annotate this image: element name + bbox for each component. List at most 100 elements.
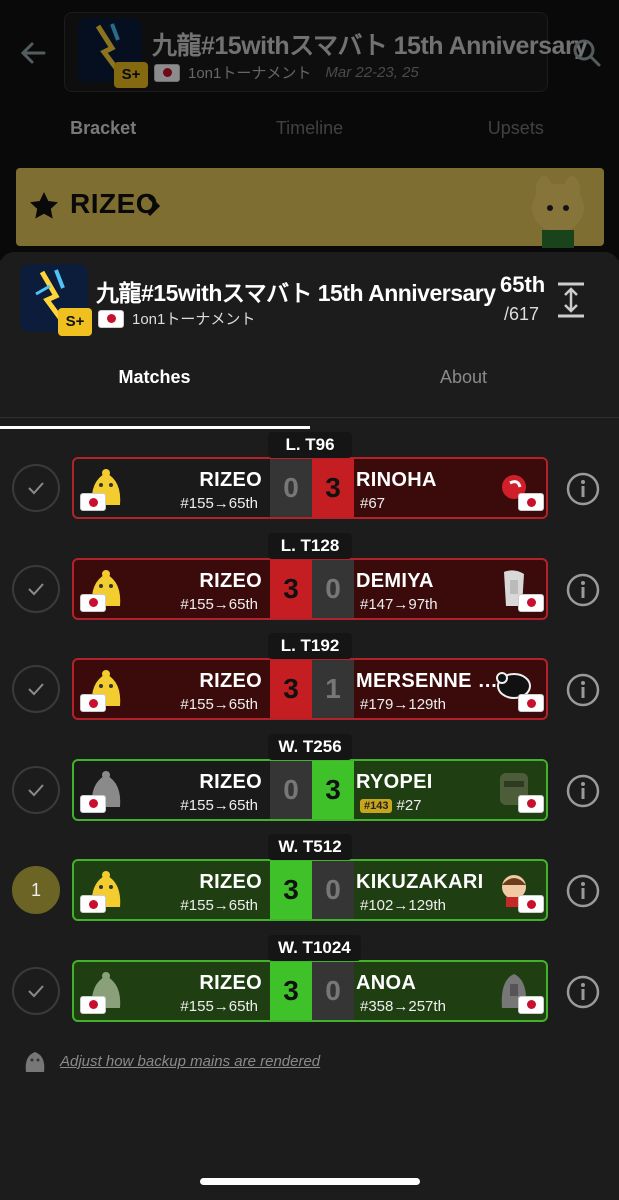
tier-badge: S+ [114,62,148,88]
player1-seed: #155→65th [180,997,258,1015]
info-icon[interactable] [566,472,600,506]
round-label: W. T1024 [268,934,361,961]
completed-status [12,665,60,713]
round-label: L. T128 [268,532,352,559]
completed-status [12,765,60,814]
player1-score: 3 [270,861,312,919]
japan-flag-icon [80,593,106,612]
japan-flag-icon [518,593,544,612]
japan-flag-icon [80,694,106,712]
japan-flag-icon [80,493,106,511]
info-icon[interactable] [566,774,600,808]
match-sheet: S+ 九龍#15withスマバト 15th Anniversary 1on1トー… [0,252,619,1200]
player2-score: 1 [312,660,354,718]
banner-player-name: RIZEO [70,188,159,219]
player1-score: 0 [270,760,312,819]
tournament-title: 九龍#15withスマバト 15th Anniversary [96,280,496,306]
match-card[interactable]: RIZEO #155→65th 0 3 RINOHA #67 [72,457,548,519]
bg-tournament-subtitle: 1on1トーナメント Mar 22-23, 25 [154,62,419,83]
player1-score: 0 [270,459,312,517]
tab-about[interactable]: About [309,352,618,417]
player1-score: 3 [270,660,312,718]
round-label: L. T192 [268,633,352,659]
player2-name: RYOPEI [356,770,433,793]
character-portrait-isabelle [532,176,584,248]
player1-name: RIZEO [199,569,262,592]
match-card[interactable]: RIZEO #155→65th 31MERSENNE PRI... #179→129t… [72,658,548,720]
checkmark-icon [28,582,44,595]
match-row: W. T256 RIZEO #155→65th 0 3 RYOPEI #143 #27 [0,733,619,834]
player2-seed: #147→97th [360,595,438,613]
japan-flag-icon [518,493,544,511]
chevron-right-icon [147,195,161,217]
japan-flag-icon [80,895,106,913]
match-card[interactable]: RIZEO #155→65th 3 0 KIKUZAKARI #102→129th [72,859,548,921]
collapse-icon[interactable] [556,282,586,318]
player1-seed: #155→65th [180,796,258,814]
checkmark-icon [28,783,44,796]
match-card[interactable]: RIZEO #155→65th 3 0 ANOA #358→257th [72,959,548,1022]
player1-seed: #155→65th [180,696,258,713]
info-icon[interactable] [566,573,600,607]
japan-flag-icon [154,63,180,82]
match-row: L. T96 RIZEO #155→65th 0 3 RINOHA #67 [0,432,619,532]
player1-name: RIZEO [199,670,262,692]
player1-seed: #155→65th [180,897,258,914]
match-row: W. T512 1 RIZEO #155→65th 3 0 KIKUZAKARI #102→1… [0,834,619,934]
backup-character-icon [25,1052,45,1072]
player2-name: RINOHA [356,469,437,491]
round-label: W. T512 [268,834,352,860]
seed-badge: #143 [360,798,393,813]
japan-flag-icon [80,995,106,1014]
match-card[interactable]: RIZEO #155→65th 3 0 DEMIYA #147→97th [72,557,548,620]
backup-mains-note: Adjust how backup mains are rendered [20,1046,320,1076]
bg-tab-bar: Bracket Timeline Upsets [0,118,619,158]
tab-upsets[interactable]: Upsets [413,118,619,158]
player1-seed: #155→65th [180,495,258,512]
player2-name: ANOA [356,971,417,994]
player2-score: 3 [312,760,354,819]
player1-score: 3 [270,961,312,1020]
bg-date: Mar 22-23, 25 [325,64,419,81]
info-icon[interactable] [566,975,600,1009]
round-label: L. T96 [268,432,352,458]
entrant-count: /617 [504,304,540,324]
tab-bracket[interactable]: Bracket [0,118,206,158]
player2-score: 3 [312,459,354,517]
player2-seed: #143 #27 [360,797,422,814]
completed-status [12,966,60,1015]
player2-name: MERSENNE PRI... [356,670,506,692]
backup-mains-link[interactable]: Adjust how backup mains are rendered [60,1053,320,1070]
star-icon [30,192,58,219]
player2-seed: #67 [360,495,386,512]
player1-score: 3 [270,559,312,618]
checkmark-icon [28,482,44,495]
checkmark-icon [28,683,44,696]
round-label: W. T256 [268,733,352,760]
japan-flag-icon [518,694,544,712]
japan-flag-icon [518,895,544,913]
player1-name: RIZEO [199,871,262,893]
info-icon[interactable] [566,874,600,908]
player1-seed: #155→65th [180,595,258,613]
player1-name: RIZEO [199,469,262,491]
match-row: W. T1024 RIZEO #155→65th 3 0 ANOA #358→257th [0,934,619,1035]
placement: 65th [500,272,546,297]
japan-flag-icon [80,794,106,813]
player1-name: RIZEO [199,770,262,793]
japan-flag-icon [518,794,544,813]
tab-timeline[interactable]: Timeline [206,118,412,158]
player2-name: KIKUZAKARI [356,871,484,893]
completed-status [12,564,60,613]
back-arrow-icon[interactable] [18,38,48,68]
match-card[interactable]: RIZEO #155→65th 0 3 RYOPEI #143 #27 [72,758,548,821]
match-row: L. T192 RIZEO #155→65th 31MERSENNE PRI... #1… [0,633,619,733]
info-icon[interactable] [566,673,600,707]
japan-flag-icon [98,309,124,328]
checkmark-icon [28,984,44,997]
background-page: S+ 九龍#15withスマバト 15th Anniversary 1on1トー… [0,0,619,260]
search-icon[interactable] [572,38,602,68]
tab-matches[interactable]: Matches [0,352,310,429]
player2-seed: #179→129th [360,696,446,713]
player2-score: 0 [312,861,354,919]
